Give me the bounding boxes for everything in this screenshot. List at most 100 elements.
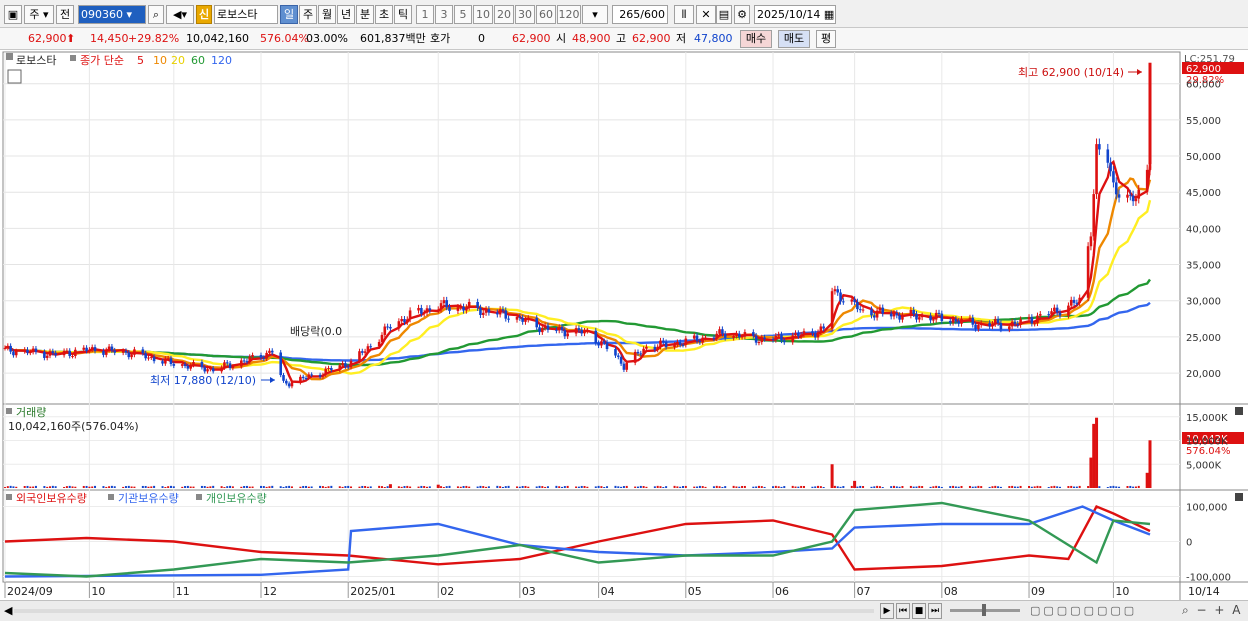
candle-body (1050, 311, 1053, 315)
date-input[interactable]: 2025/10/14 ▦ (754, 5, 836, 24)
interval-30[interactable]: 30 (515, 5, 535, 24)
volume-bar (305, 485, 308, 488)
stock-code-value: 090360 (81, 8, 123, 21)
candle-body (169, 358, 173, 365)
candle-body (912, 309, 915, 314)
candle-body (225, 362, 229, 364)
period-minute[interactable]: 분 (356, 5, 374, 24)
speaker-icon[interactable]: ◀▾ (166, 5, 194, 24)
horizontal-scrollbar[interactable] (14, 609, 874, 613)
last-button[interactable]: ⏭ (928, 603, 942, 619)
volume-bar (428, 486, 431, 488)
x-tick-label: 10/14 (1188, 585, 1220, 598)
candle-body (1027, 317, 1031, 320)
volume-bar (302, 485, 305, 488)
candle-body (498, 309, 502, 315)
candle-body (1058, 312, 1062, 316)
period-day[interactable]: 일 (280, 5, 298, 24)
candle-body (245, 361, 249, 363)
candle-body (262, 357, 266, 359)
interval-60[interactable]: 60 (536, 5, 556, 24)
volume-bar (679, 486, 682, 488)
stock-code-input[interactable]: 090360 ▾ (78, 5, 146, 24)
candle-body (583, 330, 586, 334)
candle-body (1095, 144, 1098, 195)
period-week[interactable]: 주 (299, 5, 317, 24)
avg-button[interactable]: 평 (816, 30, 836, 48)
volume-bar (1013, 486, 1016, 488)
stock-chart[interactable]: 로보스타 종가 단순 5 10 20 60 120 최고 62,900 (10/… (0, 50, 1248, 603)
volume-bar (1050, 486, 1053, 488)
candle-body (881, 307, 885, 314)
zoom-controls-icon[interactable]: ⌕ − + A (1182, 603, 1242, 618)
sell-button[interactable]: 매도 (778, 30, 810, 48)
market-select[interactable]: 주 ▾ (24, 5, 54, 24)
volume-bar (68, 485, 71, 488)
save-icon[interactable]: ▤ (716, 5, 732, 24)
volume-bar (715, 485, 718, 488)
volume-bar (74, 486, 77, 488)
zoom-slider-handle[interactable] (982, 604, 986, 616)
stock-name-field[interactable]: 로보스타 (214, 5, 278, 24)
price-tick-label: 60,000 (1186, 80, 1221, 91)
period-tick[interactable]: 틱 (394, 5, 412, 24)
candle-body (1112, 171, 1115, 183)
period-year[interactable]: 년 (337, 5, 355, 24)
volume-bar (836, 486, 839, 488)
first-button[interactable]: ⏮ (896, 603, 910, 619)
gear-icon[interactable]: ⚙ (734, 5, 750, 24)
play-button[interactable]: ▶ (880, 603, 894, 619)
candle-body (459, 306, 463, 308)
interval-3[interactable]: 3 (435, 5, 453, 24)
interval-1[interactable]: 1 (416, 5, 434, 24)
chart-type-icon[interactable]: ⫴ (674, 5, 694, 24)
volume-bar (327, 486, 330, 488)
stop-button[interactable]: ■ (912, 603, 926, 619)
cross-line-icon[interactable]: ✕ (696, 5, 716, 24)
candle-body (1092, 194, 1096, 237)
interval-20[interactable]: 20 (494, 5, 514, 24)
volume-bar (397, 486, 400, 488)
interval-10[interactable]: 10 (473, 5, 493, 24)
candle-body (180, 364, 184, 366)
bar-count-max: /600 (640, 8, 665, 21)
x-tick-label: 12 (263, 585, 277, 598)
volume-close-icon[interactable] (1235, 407, 1243, 415)
holding-close-icon[interactable] (1235, 493, 1243, 501)
volume-bar (856, 486, 859, 488)
volume-bar (364, 485, 367, 488)
volume-bar (873, 486, 876, 488)
window-menu-icon[interactable]: ▣ (4, 5, 22, 24)
volume-bar (1118, 486, 1121, 488)
volume-bar (811, 486, 814, 488)
calculator-icon[interactable] (7, 69, 22, 84)
period-month[interactable]: 월 (318, 5, 336, 24)
buy-button[interactable]: 매수 (740, 30, 772, 48)
price-change-pct: +29.82% (128, 32, 180, 45)
candle-body (1106, 149, 1110, 163)
interval-dropdown[interactable]: ▾ (582, 5, 608, 24)
prev-button[interactable]: 전 (56, 5, 74, 24)
view-tools-icons[interactable]: ▢▢▢▢▢▢▢▢ (1030, 604, 1137, 617)
up-arrow-icon: ⬆ (66, 32, 76, 45)
price-tick-label: 55,000 (1186, 116, 1221, 127)
candle-body (71, 356, 74, 358)
interval-5[interactable]: 5 (454, 5, 472, 24)
volume-bar (563, 486, 566, 488)
volume-bar (527, 486, 530, 488)
candle-body (1055, 307, 1059, 313)
bar-count-input[interactable]: 265/600 (612, 5, 668, 24)
search-icon[interactable]: ⌕ (148, 5, 164, 24)
candle-body (270, 350, 274, 353)
volume-bar (386, 486, 389, 488)
period-second[interactable]: 초 (375, 5, 393, 24)
hoga-label: 호가 (430, 32, 451, 45)
candle-body (777, 334, 780, 336)
candle-body (279, 352, 283, 376)
volume-tick-label: 5,000K (1186, 460, 1222, 471)
candle-body (428, 308, 432, 311)
interval-120[interactable]: 120 (557, 5, 581, 24)
scroll-left-icon[interactable]: ◀ (4, 604, 12, 617)
candle-body (799, 334, 803, 337)
volume-bar (347, 485, 350, 488)
